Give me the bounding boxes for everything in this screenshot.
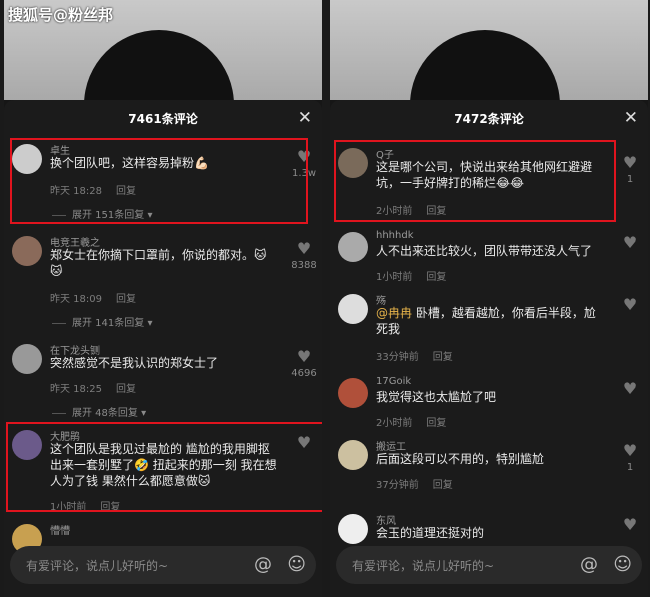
right-comment-panel: 7472条评论 ✕ Q子 这是哪个公司，快说出来给其他网红避避坑，一手好牌打的稀… [330, 0, 648, 597]
comment-item: 搬运工 后面这段可以不用的，特别尴尬 37分钟前 回复 ♥ 1 [330, 438, 648, 494]
comment-item: 东风 会玉的道理还挺对的 ♥ [330, 512, 648, 548]
comment-count-label: 7461条评论 [128, 111, 198, 126]
comment-input[interactable] [350, 546, 574, 586]
comment-input-bar: @ ☺ [336, 546, 642, 586]
heart-icon: ♥ [296, 347, 312, 366]
like-count: 8388 [291, 260, 317, 271]
reply-button[interactable]: 回复 [433, 352, 453, 363]
like-button[interactable]: ♥ [616, 234, 644, 252]
reply-button[interactable]: 回复 [116, 294, 136, 305]
highlight-box [6, 422, 322, 512]
comment-meta: 昨天 18:25 回复 [50, 380, 136, 395]
watermark: 搜狐号@粉丝邦 [8, 6, 114, 24]
avatar[interactable] [338, 378, 368, 408]
comment-text: 突然感觉不是我认识的郑女士了 [50, 356, 219, 370]
reply-button[interactable]: 回复 [426, 272, 446, 283]
emoji-icon[interactable]: ☺ [613, 554, 632, 575]
heart-icon: ♥ [622, 379, 638, 398]
left-comment-panel: 7461条评论 ✕ 卓生 换个团队吧，这样容易掉粉💪🏻 昨天 18:28 回复 展… [4, 0, 322, 597]
comment-meta: 37分钟前 回复 [376, 476, 453, 491]
comment-meta: 昨天 18:09 回复 [50, 290, 136, 305]
like-button[interactable]: ♥ 8388 [290, 239, 318, 272]
comment-text: 我觉得这也太尴尬了吧 [376, 390, 497, 404]
comment-time: 33分钟前 [376, 352, 419, 363]
comment-sheet: 7461条评论 ✕ 卓生 换个团队吧，这样容易掉粉💪🏻 昨天 18:28 回复 展… [4, 100, 322, 597]
comment-username[interactable]: 17Goik [376, 376, 411, 387]
expand-replies-button[interactable]: 展开 141条回复 ▾ [72, 314, 152, 329]
comment-count-title: 7461条评论 ✕ [4, 100, 322, 136]
avatar[interactable] [338, 232, 368, 262]
comment-item: 电竞王羲之 郑女士在你摘下口罩前，你说的都对。🐱🐱 昨天 18:09 回复 展开 … [4, 234, 322, 330]
comment-text: 郑女士在你摘下口罩前，你说的都对。🐱🐱 [50, 248, 267, 278]
expand-replies-label: 展开 141条回复 [72, 318, 145, 329]
comment-text: 后面这段可以不用的，特别尴尬 [376, 452, 545, 466]
like-button[interactable]: ♥ [616, 516, 644, 534]
expand-replies-label: 展开 48条回复 [72, 408, 138, 419]
reply-button[interactable]: 回复 [426, 418, 446, 429]
comment-username[interactable]: 懵懵 [50, 522, 70, 537]
heart-icon: ♥ [296, 239, 312, 258]
comment-time: 37分钟前 [376, 480, 419, 491]
avatar[interactable] [338, 440, 368, 470]
like-button[interactable]: ♥ 1 [616, 441, 644, 474]
comment-item: 殇 @冉冉 卧槽，越看越尬，你看后半段，尬死我 33分钟前 回复 ♥ [330, 292, 648, 363]
avatar[interactable] [338, 514, 368, 544]
comment-meta: 1小时前 回复 [376, 268, 446, 283]
highlight-box [334, 140, 616, 222]
avatar[interactable] [338, 294, 368, 324]
comment-time: 2小时前 [376, 418, 413, 429]
reply-button[interactable]: 回复 [433, 480, 453, 491]
heart-icon: ♥ [622, 441, 638, 460]
comment-text: 会玉的道理还挺对的 [376, 526, 485, 540]
comment-meta: 33分钟前 回复 [376, 348, 453, 363]
highlight-box [10, 138, 308, 224]
at-icon[interactable]: @ [254, 554, 272, 575]
like-count: 4696 [291, 368, 317, 379]
comment-count-title: 7472条评论 ✕ [330, 100, 648, 136]
comment-item: 在下龙头铡 突然感觉不是我认识的郑女士了 昨天 18:25 回复 展开 48条回复… [4, 342, 322, 422]
heart-icon: ♥ [622, 233, 638, 252]
comment-meta: 2小时前 回复 [376, 414, 446, 429]
comment-time: 1小时前 [376, 272, 413, 283]
heart-icon: ♥ [622, 295, 638, 314]
at-icon[interactable]: @ [580, 554, 598, 575]
comment-username[interactable]: hhhhdk [376, 230, 414, 241]
reply-button[interactable]: 回复 [116, 384, 136, 395]
comment-sheet: 7472条评论 ✕ Q子 这是哪个公司，快说出来给其他网红避避坑，一手好牌打的稀… [330, 100, 648, 597]
emoji-icon[interactable]: ☺ [287, 554, 306, 575]
like-button[interactable]: ♥ [616, 296, 644, 314]
comment-input-bar: @ ☺ [10, 546, 316, 586]
comment-input[interactable] [24, 546, 248, 586]
video-background [330, 0, 648, 100]
comment-count-label: 7472条评论 [454, 111, 524, 126]
mention-link[interactable]: @冉冉 [376, 306, 412, 320]
comment-text: 人不出来还比较火，团队带带还没人气了 [376, 244, 593, 258]
like-count: 1 [626, 174, 634, 185]
like-button[interactable]: ♥ 4696 [290, 347, 318, 380]
avatar[interactable] [12, 344, 42, 374]
comment-item: 17Goik 我觉得这也太尴尬了吧 2小时前 回复 ♥ [330, 376, 648, 432]
heart-icon: ♥ [622, 515, 638, 534]
comment-time: 昨天 18:09 [50, 294, 102, 305]
comment-text: @冉冉 卧槽，越看越尬，你看后半段，尬死我 [376, 305, 604, 337]
close-icon[interactable]: ✕ [624, 108, 638, 128]
like-button[interactable]: ♥ [616, 380, 644, 398]
avatar[interactable] [12, 236, 42, 266]
expand-replies-button[interactable]: 展开 48条回复 ▾ [72, 404, 146, 419]
heart-icon: ♥ [622, 153, 638, 172]
comment-time: 昨天 18:25 [50, 384, 102, 395]
close-icon[interactable]: ✕ [298, 108, 312, 128]
comment-item: hhhhdk 人不出来还比较火，团队带带还没人气了 1小时前 回复 ♥ [330, 230, 648, 286]
like-count: 1 [626, 462, 634, 473]
like-button[interactable]: ♥ 1 [616, 153, 644, 186]
